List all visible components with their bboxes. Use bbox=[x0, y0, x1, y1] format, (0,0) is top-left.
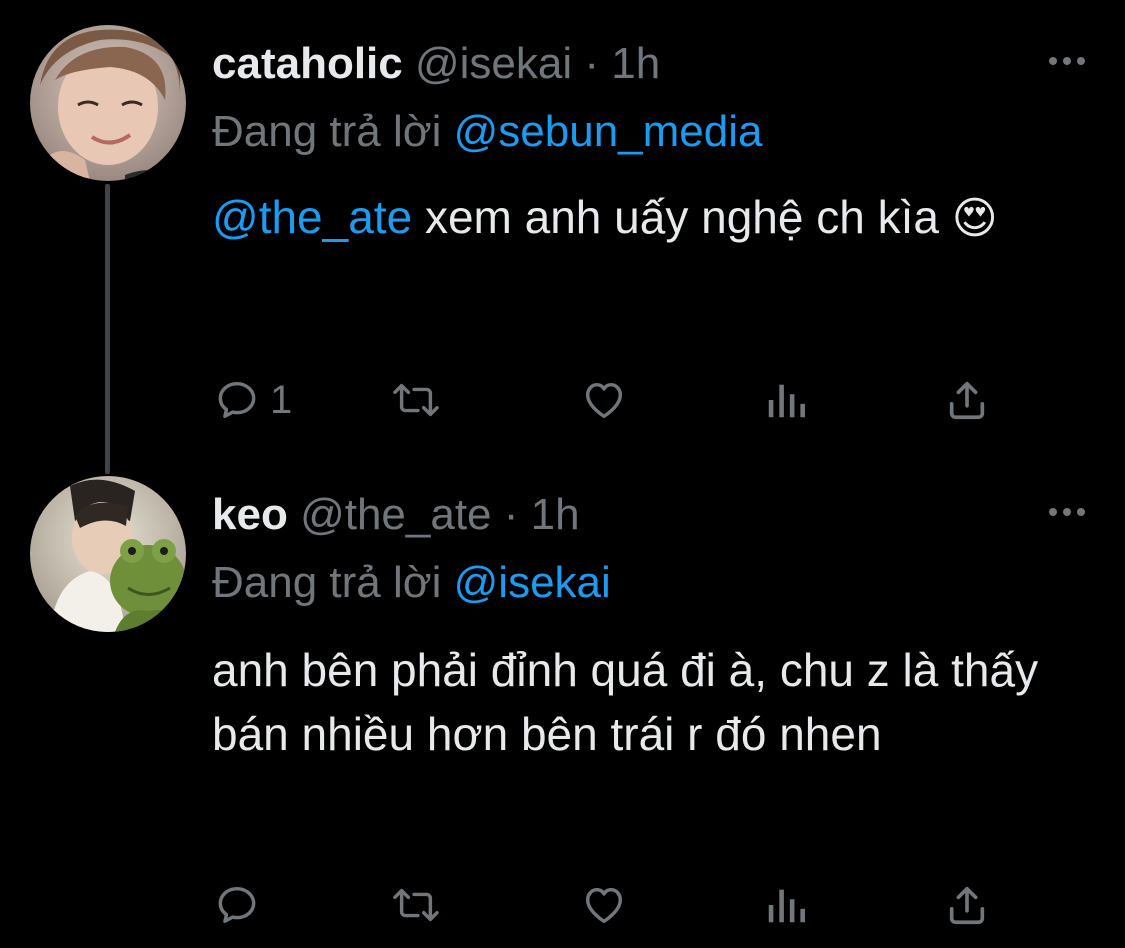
heart-icon bbox=[585, 382, 623, 419]
display-name[interactable]: keo bbox=[212, 490, 288, 539]
retweet-icon bbox=[393, 383, 439, 417]
share-button[interactable] bbox=[944, 875, 990, 935]
analytics-icon bbox=[768, 384, 805, 418]
display-name[interactable]: cataholic bbox=[212, 39, 403, 88]
avatar-photo bbox=[30, 476, 186, 632]
analytics-button[interactable] bbox=[764, 370, 808, 430]
tweet-text: anh bên phải đỉnh quá đi à, chu z là thấ… bbox=[212, 644, 1039, 760]
action-bar bbox=[0, 875, 1125, 935]
like-button[interactable] bbox=[580, 370, 628, 430]
replying-to-label: Đang trả lời bbox=[212, 558, 442, 607]
share-icon bbox=[949, 381, 985, 420]
heart-eyes-emoji: 😍 bbox=[951, 194, 998, 243]
replying-to-label: Đang trả lời bbox=[212, 107, 442, 156]
reply-icon bbox=[218, 886, 256, 924]
tweet[interactable]: keo @the_ate · 1h Đang trả lời @isekai a… bbox=[0, 455, 1125, 948]
tweet[interactable]: cataholic @isekai · 1h Đang trả lời @seb… bbox=[0, 0, 1125, 474]
tweet-header: keo @the_ate · 1h bbox=[212, 493, 580, 537]
timestamp[interactable]: 1h bbox=[531, 490, 580, 539]
replying-to: Đang trả lời @sebun_media bbox=[212, 110, 762, 154]
analytics-button[interactable] bbox=[764, 875, 808, 935]
avatar[interactable] bbox=[30, 476, 186, 632]
replying-to-mention[interactable]: @sebun_media bbox=[454, 107, 763, 156]
analytics-icon bbox=[768, 889, 805, 923]
retweet-icon bbox=[393, 888, 439, 922]
avatar-photo bbox=[30, 25, 186, 181]
reply-count: 1 bbox=[270, 377, 293, 422]
handle[interactable]: @isekai bbox=[415, 39, 572, 88]
tweet-text: @the_ate xem anh uấy nghệ ch kìa 😍 bbox=[212, 185, 1072, 251]
reply-icon bbox=[218, 381, 256, 419]
heart-icon bbox=[585, 887, 623, 924]
separator: · bbox=[584, 39, 600, 88]
body-mention[interactable]: @the_ate bbox=[212, 191, 412, 243]
like-button[interactable] bbox=[580, 875, 628, 935]
thread-line bbox=[105, 184, 110, 474]
separator: · bbox=[503, 490, 519, 539]
share-icon bbox=[949, 886, 985, 925]
replying-to-mention[interactable]: @isekai bbox=[454, 558, 611, 607]
action-bar: 1 bbox=[0, 370, 1125, 430]
tweet-header: cataholic @isekai · 1h bbox=[212, 42, 660, 86]
avatar[interactable] bbox=[30, 25, 186, 181]
body-text: xem anh uấy nghệ ch kìa bbox=[412, 191, 939, 243]
reply-button[interactable] bbox=[214, 875, 270, 935]
more-icon[interactable] bbox=[1049, 497, 1085, 527]
retweet-button[interactable] bbox=[388, 370, 444, 430]
share-button[interactable] bbox=[944, 370, 990, 430]
timestamp[interactable]: 1h bbox=[611, 39, 660, 88]
handle[interactable]: @the_ate bbox=[300, 490, 491, 539]
replying-to: Đang trả lời @isekai bbox=[212, 561, 611, 605]
reply-button[interactable]: 1 bbox=[214, 370, 292, 430]
retweet-button[interactable] bbox=[388, 875, 444, 935]
more-icon[interactable] bbox=[1049, 46, 1085, 76]
